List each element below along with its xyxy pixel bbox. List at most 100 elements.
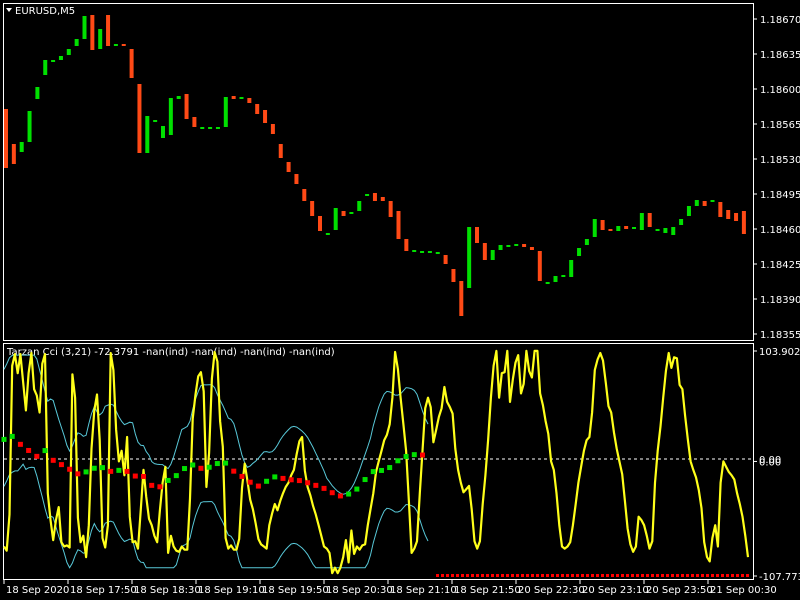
bull-candle: [506, 245, 511, 247]
bear-candle: [726, 210, 731, 219]
bear-candle: [529, 247, 534, 250]
bear-candle: [341, 211, 346, 216]
bull-candle: [577, 248, 582, 256]
bull-candle: [427, 251, 432, 253]
bull-candle: [679, 219, 684, 225]
bear-candle: [137, 84, 142, 153]
bear-candle: [310, 201, 315, 216]
signal-dot-down: [486, 574, 489, 577]
signal-dot-down: [157, 484, 163, 490]
signal-dot-down: [313, 482, 319, 488]
bear-candle: [608, 229, 613, 231]
bear-candle: [482, 243, 487, 260]
signal-dot-down: [451, 574, 454, 577]
bear-candle: [4, 109, 8, 168]
price-tick-label: 1.18495: [760, 190, 800, 201]
signal-dot-up: [362, 477, 368, 483]
signal-dot-down: [536, 574, 539, 577]
signal-dot-down: [716, 574, 719, 577]
signal-dot-down: [651, 574, 654, 577]
signal-dot-up: [354, 486, 360, 492]
bull-candle: [686, 206, 691, 216]
signal-dot-down: [696, 574, 699, 577]
signal-dot-down: [741, 574, 744, 577]
bear-candle: [263, 110, 268, 123]
bull-candle: [467, 227, 472, 288]
price-tick-label: 1.18390: [760, 295, 800, 306]
signal-dot-up: [9, 433, 15, 439]
signal-dot-down: [466, 574, 469, 577]
signal-dot-down: [541, 574, 544, 577]
time-tick-label: 18 Sep 20:30: [326, 585, 393, 596]
time-tick-label: 18 Sep 21:10: [390, 585, 457, 596]
signal-dot-down: [17, 441, 23, 447]
symbol-title[interactable]: EURUSD,M5: [6, 6, 75, 17]
indicator-tick-label: -107.7738: [759, 572, 800, 583]
bull-candle: [655, 229, 660, 231]
chart-canvas[interactable]: 1.18670 1.18635 1.18600 1.18565 1.18530 1.184…: [0, 0, 800, 600]
bear-candle: [270, 124, 275, 134]
bear-candle: [192, 117, 197, 127]
bull-candle: [58, 56, 63, 60]
price-tick-label: 1.18635: [760, 50, 800, 61]
bull-candle: [66, 49, 71, 55]
bull-candle: [200, 127, 205, 129]
bull-candle: [161, 126, 165, 138]
time-tick-label: 20 Sep 22:30: [518, 585, 585, 596]
signal-dot-down: [108, 468, 114, 474]
signal-dot-down: [591, 574, 594, 577]
signal-dot-down: [420, 452, 425, 458]
time-tick-label: 18 Sep 19:10: [198, 585, 265, 596]
bull-candle: [498, 245, 503, 250]
signal-dot-down: [706, 574, 709, 577]
signal-dot-down: [611, 574, 614, 577]
bull-candle: [239, 97, 244, 99]
signal-dot-down: [67, 466, 73, 472]
signal-dot-down: [561, 574, 564, 577]
bear-candle: [106, 15, 111, 46]
bull-candle: [357, 201, 362, 211]
bull-candle: [145, 116, 150, 153]
bull-candle: [325, 233, 330, 235]
bull-candle: [176, 96, 181, 99]
bear-candle: [404, 239, 409, 251]
bull-candle: [43, 60, 48, 75]
signal-dot-down: [636, 574, 639, 577]
signal-dot-down: [526, 574, 529, 577]
bear-candle: [318, 216, 322, 231]
signal-dot-down: [586, 574, 589, 577]
bull-candle: [632, 227, 636, 229]
bear-candle: [600, 220, 605, 230]
signal-dot-down: [305, 480, 311, 486]
bull-candle: [365, 194, 370, 196]
signal-dot-down: [436, 574, 439, 577]
signal-dot-up: [1, 436, 7, 442]
signal-dot-down: [496, 574, 499, 577]
signal-dot-down: [50, 457, 56, 463]
price-tick-label: 1.18565: [760, 120, 800, 131]
signal-dot-down: [149, 482, 155, 488]
signal-dot-down: [280, 475, 286, 481]
bear-candle: [451, 269, 456, 282]
signal-dot-down: [239, 473, 245, 479]
price-tick-label: 1.18460: [760, 225, 800, 236]
signal-dot-up: [395, 458, 401, 464]
bull-candle: [19, 142, 24, 152]
bull-candle: [35, 87, 40, 99]
signal-dot-down: [596, 574, 599, 577]
signal-dot-down: [456, 574, 459, 577]
bear-candle: [475, 227, 479, 243]
signal-dot-down: [721, 574, 724, 577]
signal-dot-up: [99, 465, 105, 471]
signal-dot-down: [198, 465, 204, 471]
signal-dot-down: [296, 478, 302, 484]
signal-dot-down: [576, 574, 579, 577]
signal-dot-down: [641, 574, 644, 577]
price-tick-label: 1.18600: [760, 85, 800, 96]
time-tick-label: 18 Sep 2020: [6, 585, 69, 596]
signal-dot-down: [141, 473, 146, 479]
bear-candle: [522, 244, 527, 247]
bull-candle: [435, 252, 440, 254]
bull-candle: [545, 282, 550, 284]
bull-candle: [561, 275, 566, 277]
